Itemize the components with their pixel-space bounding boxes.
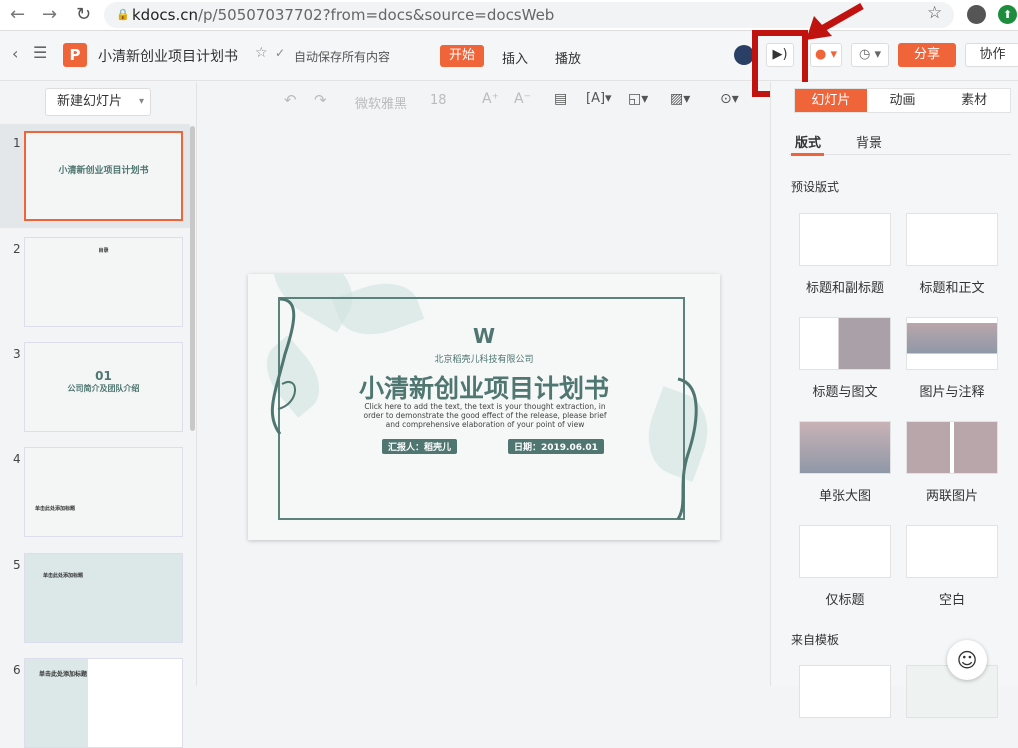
slide-number: 6	[13, 663, 21, 677]
annotation-arrow-icon	[806, 2, 864, 40]
active-subtab-indicator	[791, 153, 824, 156]
layout-label: 两联图片	[925, 489, 978, 504]
collaborate-button[interactable]: 协作	[965, 43, 1018, 67]
slide-thumbnail-2[interactable]: 目录	[24, 237, 183, 327]
slide-number: 1	[13, 136, 21, 150]
history-dropdown-button[interactable]: ◷ ▾	[851, 43, 889, 67]
tab-animation[interactable]: 动画	[867, 89, 939, 112]
subtab-background[interactable]: 背景	[856, 132, 882, 151]
scrollbar[interactable]	[190, 126, 195, 431]
share-button[interactable]: 分享	[898, 43, 956, 67]
thumb-title: 单击此处添加标题	[39, 671, 88, 678]
slide-canvas[interactable]: W 北京稻壳儿科技有限公司 小清新创业项目计划书 Click here to a…	[248, 274, 720, 540]
layout-label: 标题和副标题	[805, 281, 884, 296]
panel-tabs: 幻灯片 动画 素材	[794, 88, 1011, 113]
save-status: 自动保存所有内容	[294, 50, 391, 64]
slide-title[interactable]: 小清新创业项目计划书	[248, 369, 720, 405]
redo-icon[interactable]: ↷	[314, 91, 327, 109]
font-family-select[interactable]: 微软雅黑	[355, 93, 407, 112]
assistant-icon[interactable]: ☺	[947, 640, 987, 680]
tab-slide[interactable]: 幻灯片	[795, 89, 867, 112]
thumb-title: 小清新创业项目计划书	[58, 166, 149, 176]
layout-label: 图片与注释	[919, 385, 985, 400]
slide-thumbnail-6[interactable]: 单击此处添加标题	[24, 658, 183, 748]
document-title[interactable]: 小清新创业项目计划书	[98, 46, 238, 66]
layout-title-only[interactable]	[799, 525, 891, 578]
preset-heading: 预设版式	[791, 180, 840, 194]
slide-thumbnail-1[interactable]: 小清新创业项目计划书	[24, 131, 183, 221]
slide-thumbnail-3[interactable]: 01 公司简介及团队介绍	[24, 342, 183, 432]
slide-number: 4	[13, 452, 21, 466]
reload-icon[interactable]: ↻	[76, 4, 91, 25]
slide-number: 2	[13, 242, 21, 256]
subtab-layout[interactable]: 版式	[795, 132, 821, 151]
company-logo-icon: W	[472, 324, 496, 348]
chevron-down-icon[interactable]: ▾	[139, 89, 144, 115]
bookmark-star-icon[interactable]: ☆	[927, 3, 942, 23]
profile-icon[interactable]	[967, 5, 986, 24]
properties-panel: 幻灯片 动画 素材 版式 背景 预设版式 标题和副标题 标题和正文 标题与图文 …	[770, 82, 1018, 718]
thumb-number: 01	[95, 369, 112, 383]
font-size-select[interactable]: 18	[430, 93, 447, 108]
slide-thumbnail-5[interactable]: 单击此处添加标题	[24, 553, 183, 643]
layout-picture-caption[interactable]	[906, 317, 998, 370]
reporter-tag[interactable]: 汇报人：稻壳儿	[382, 439, 458, 454]
url-path: /p/50507037702?from=docs&source=docsWeb	[197, 6, 555, 24]
layout-label: 单张大图	[818, 489, 871, 504]
template-heading: 来自模板	[791, 633, 840, 647]
play-dropdown-button[interactable]: ● ▾	[810, 43, 842, 67]
picture-icon[interactable]: ▨▾	[670, 91, 690, 107]
format-toolbar: ↶ ↷ 微软雅黑 18 A⁺ A⁻ ▤ [A]▾ ◱▾ ▨▾ ⊙▾	[198, 82, 770, 120]
undo-icon[interactable]: ↶	[284, 91, 297, 109]
slide-number: 5	[13, 558, 21, 572]
layout-single-picture[interactable]	[799, 421, 891, 474]
slide-company[interactable]: 北京稻壳儿科技有限公司	[248, 352, 720, 365]
update-icon[interactable]: ⬆	[998, 5, 1017, 24]
favorite-star-icon[interactable]: ☆	[255, 45, 268, 61]
saved-check-icon: ✓	[275, 46, 286, 60]
decrease-font-icon[interactable]: A⁻	[514, 91, 531, 107]
slide-thumbnail-4[interactable]: 单击此处添加标题	[24, 447, 183, 537]
textbox-icon[interactable]: [A]▾	[586, 91, 612, 106]
thumb-title: 单击此处添加标题	[35, 506, 76, 512]
media-play-icon[interactable]: ⊙▾	[720, 91, 739, 107]
thumb-title: 公司简介及团队介绍	[67, 384, 140, 393]
shape-icon[interactable]: ◱▾	[628, 91, 648, 107]
layout-two-pictures[interactable]	[906, 421, 998, 474]
tab-material[interactable]: 素材	[938, 89, 1010, 112]
back-chevron-icon[interactable]: ‹	[12, 44, 18, 63]
slide-number: 3	[13, 347, 21, 361]
back-icon[interactable]: ←	[10, 4, 25, 25]
wps-presentation-logo-icon: P	[63, 43, 87, 67]
thumb-title: 目录	[98, 248, 109, 254]
menu-icon[interactable]: ☰	[33, 43, 47, 62]
layout-label: 仅标题	[825, 593, 865, 608]
increase-font-icon[interactable]: A⁺	[482, 91, 499, 107]
thumb-title: 单击此处添加标题	[43, 573, 84, 579]
new-slide-button[interactable]: 新建幻灯片 ▾	[45, 88, 151, 116]
slide-panel: 新建幻灯片 ▾ 1 小清新创业项目计划书 2 目录 3 01 公司简介及团队介绍 4…	[0, 82, 197, 748]
date-tag[interactable]: 日期：2019.06.01	[508, 439, 604, 454]
template-thumbnail[interactable]	[799, 665, 891, 718]
lock-icon: 🔒	[116, 8, 130, 21]
tab-start[interactable]: 开始	[440, 45, 484, 67]
slide-body-text[interactable]: Click here to add the text, the text is …	[360, 402, 610, 429]
layout-title-body[interactable]	[906, 213, 998, 266]
url-host: kdocs.cn	[132, 6, 198, 24]
tab-insert[interactable]: 插入	[502, 48, 528, 67]
tab-play[interactable]: 播放	[555, 48, 581, 67]
layout-label: 空白	[938, 593, 965, 608]
layout-blank[interactable]	[906, 525, 998, 578]
layout-label: 标题和正文	[919, 281, 985, 296]
user-avatar[interactable]	[734, 45, 754, 65]
layout-title-subtitle[interactable]	[799, 213, 891, 266]
layout-label: 标题与图文	[812, 385, 878, 400]
layout-icon[interactable]: ▤	[554, 91, 567, 107]
new-slide-label: 新建幻灯片	[57, 94, 123, 109]
layout-title-picture[interactable]	[799, 317, 891, 370]
forward-icon[interactable]: →	[42, 4, 57, 25]
